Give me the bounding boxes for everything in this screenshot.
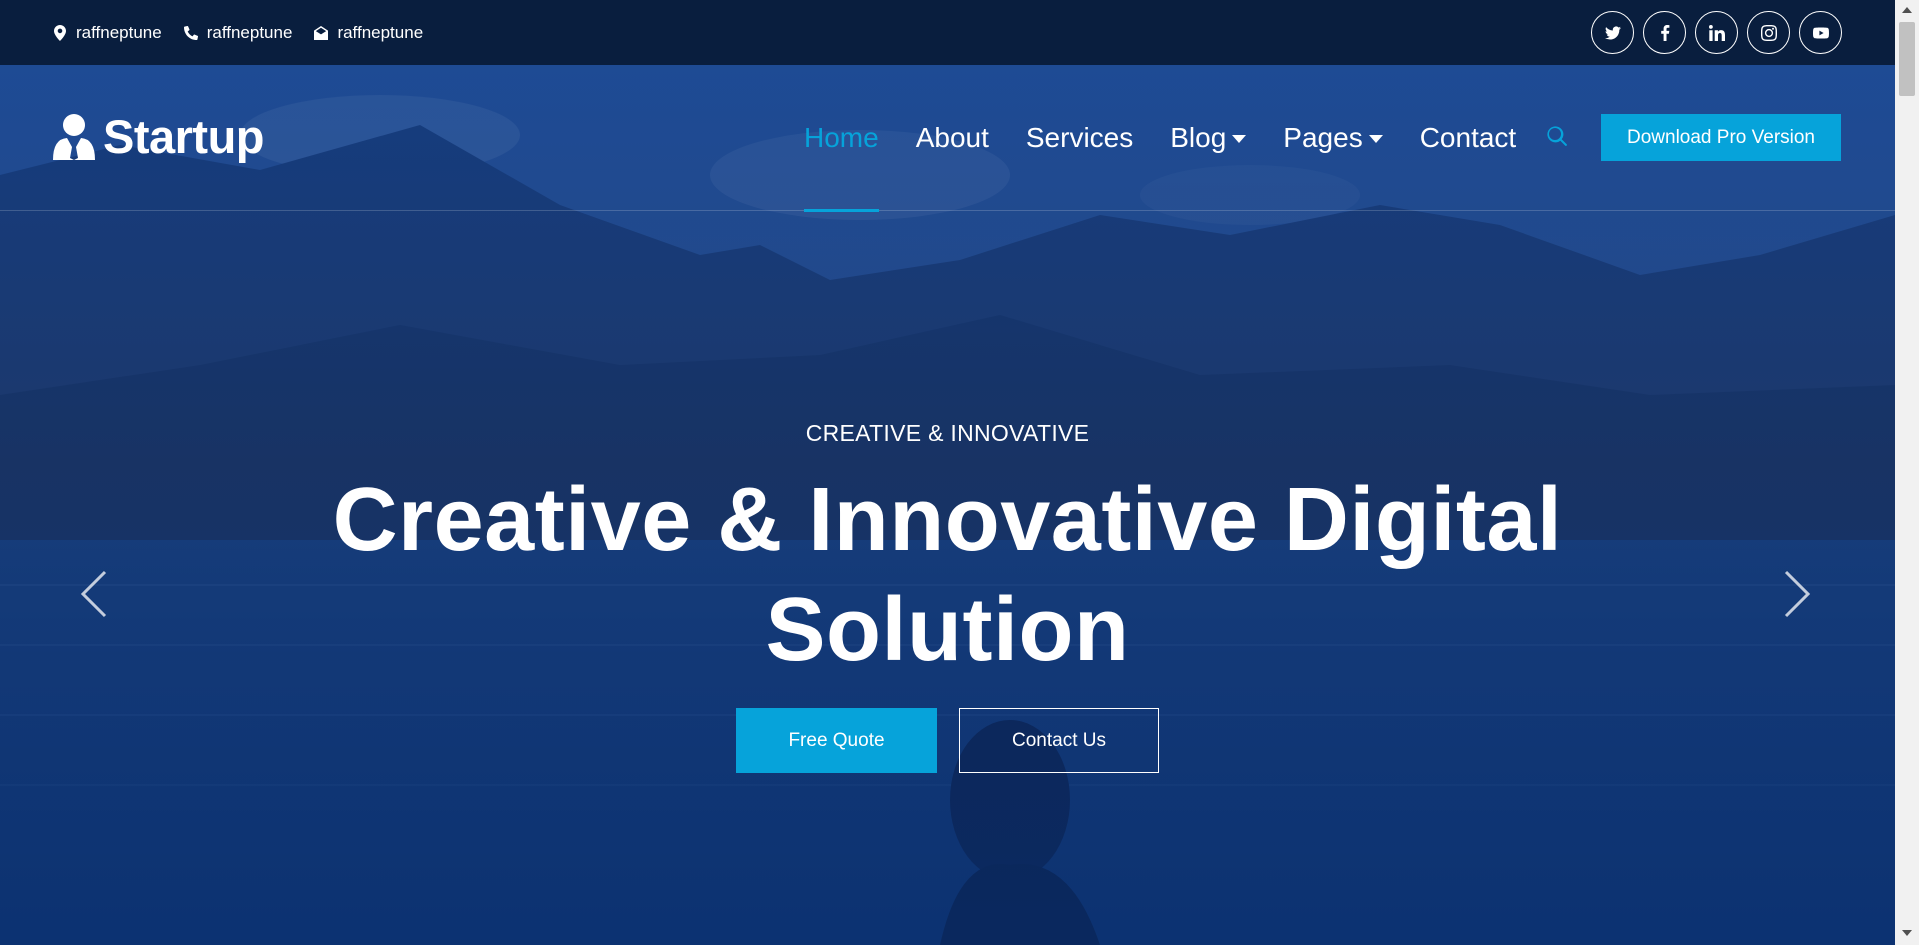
- hero-title-line-1: Creative & Innovative Digital: [332, 470, 1563, 570]
- nav-link-blog[interactable]: Blog: [1170, 65, 1247, 211]
- contact-phone-label: raffneptune: [206, 22, 293, 42]
- user-tie-icon: [53, 113, 95, 160]
- twitter-link[interactable]: [1591, 11, 1634, 54]
- contact-location: raffneptune: [53, 23, 162, 43]
- nav-link-blog-label: Blog: [1170, 122, 1227, 153]
- page-scrollbar[interactable]: [1895, 0, 1919, 945]
- main-navbar: Startup Home About Services Blog Pages C…: [0, 65, 1895, 212]
- scroll-down-icon[interactable]: [1902, 930, 1912, 936]
- contact-phone: raffneptune: [183, 22, 293, 43]
- chevron-left-icon: [80, 570, 107, 618]
- linkedin-link[interactable]: [1695, 11, 1738, 54]
- nav-link-home-label: Home: [804, 122, 879, 153]
- caret-down-icon: [1232, 135, 1247, 143]
- hero-title: Creative & Innovative Digital Solution: [0, 465, 1895, 685]
- youtube-link[interactable]: [1799, 11, 1842, 54]
- youtube-icon: [1812, 27, 1829, 38]
- social-links: [1591, 11, 1842, 54]
- caret-down-icon: [1368, 135, 1383, 143]
- linkedin-icon: [1708, 24, 1725, 41]
- brand-logo[interactable]: Startup: [53, 109, 265, 164]
- contact-email-label: raffneptune: [337, 22, 424, 42]
- download-pro-button[interactable]: Download Pro Version: [1601, 114, 1841, 161]
- scroll-thumb[interactable]: [1899, 22, 1915, 96]
- facebook-icon: [1660, 24, 1669, 41]
- nav-links: Home About Services Blog Pages Contact: [804, 65, 1517, 212]
- nav-link-about[interactable]: About: [916, 65, 989, 211]
- hero-carousel: Startup Home About Services Blog Pages C…: [0, 65, 1895, 945]
- brand-name: Startup: [103, 110, 265, 163]
- nav-link-contact[interactable]: Contact: [1420, 65, 1517, 211]
- nav-link-about-label: About: [915, 122, 989, 153]
- contact-email: raffneptune: [314, 23, 423, 43]
- facebook-link[interactable]: [1643, 11, 1686, 54]
- envelope-icon: [314, 25, 329, 40]
- hero-subtitle: CREATIVE & INNOVATIVE: [805, 420, 1090, 446]
- chevron-right-icon: [1784, 570, 1811, 618]
- hero-buttons: Free Quote Contact Us: [736, 708, 1159, 773]
- instagram-icon: [1760, 24, 1777, 41]
- contact-info: raffneptune raffneptune raffneptune: [53, 23, 423, 43]
- nav-link-contact-label: Contact: [1419, 122, 1517, 153]
- twitter-icon: [1604, 25, 1621, 39]
- contact-us-button[interactable]: Contact Us: [959, 708, 1159, 773]
- search-icon: [1547, 126, 1567, 146]
- carousel-next-button[interactable]: [1782, 570, 1818, 620]
- location-icon: [54, 24, 66, 41]
- free-quote-button[interactable]: Free Quote: [736, 708, 937, 773]
- instagram-link[interactable]: [1747, 11, 1790, 54]
- scroll-up-icon[interactable]: [1902, 7, 1912, 13]
- hero-title-line-2: Solution: [765, 580, 1130, 680]
- search-button[interactable]: [1547, 126, 1573, 152]
- nav-link-home[interactable]: Home: [804, 65, 879, 212]
- contact-location-label: raffneptune: [76, 22, 162, 42]
- nav-link-services-label: Services: [1025, 122, 1134, 153]
- carousel-prev-button[interactable]: [79, 570, 115, 620]
- top-bar: raffneptune raffneptune raffneptune: [0, 0, 1895, 65]
- nav-link-services[interactable]: Services: [1026, 65, 1133, 211]
- nav-link-pages[interactable]: Pages: [1283, 65, 1383, 211]
- nav-link-pages-label: Pages: [1283, 122, 1363, 153]
- phone-icon: [183, 25, 198, 40]
